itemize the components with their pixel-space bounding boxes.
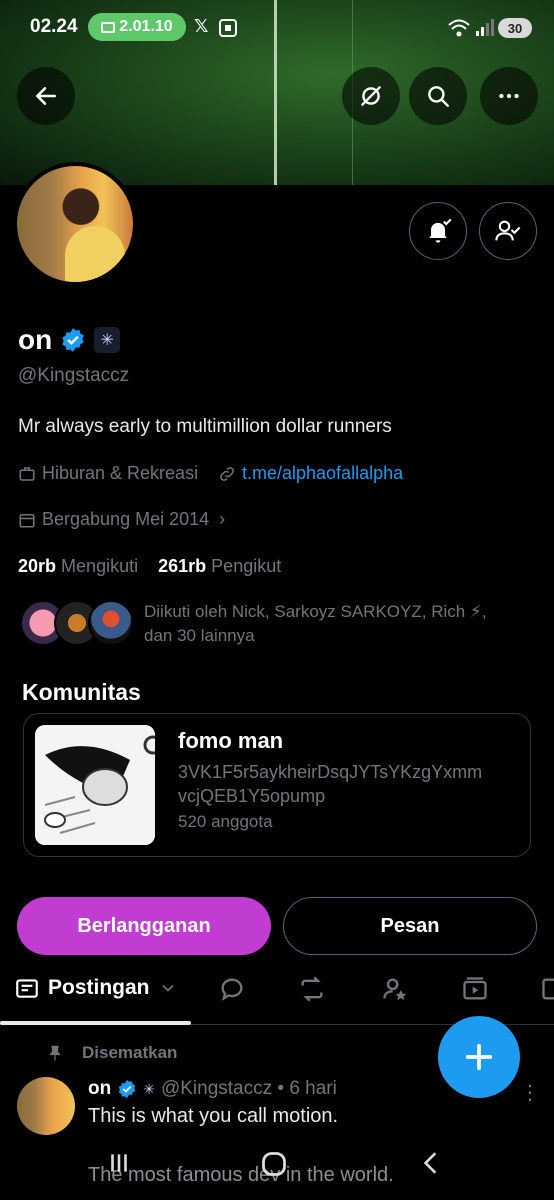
community-image [35,725,155,845]
status-bar: 02.24 2.01.10 𝕏 30 [0,10,554,46]
tab-posts[interactable]: Postingan [14,975,178,1001]
followers-count: 261rb [158,556,207,576]
post-text[interactable]: This is what you call motion. [88,1105,338,1128]
followed-by-line1: Diikuti oleh Nick, Sarkoyz SARKOYZ, Rich… [144,602,487,621]
more-dots-icon [499,93,519,99]
community-description: 3VK1F5r5aykheirDsqJYTsYKzgYxmm vcjQEB1Y5… [178,760,518,808]
media-tab-icon[interactable] [461,975,489,1003]
search-icon [428,86,449,107]
message-button[interactable]: Pesan [283,897,537,955]
followed-by-avatars[interactable] [20,600,134,648]
profile-name-row: on ✳ [18,324,121,356]
profile-joined[interactable]: Bergabung Mei 2014 › [18,509,225,530]
subscribe-button[interactable]: Berlangganan [17,897,271,955]
back-button[interactable] [17,67,75,125]
search-button[interactable] [409,67,467,125]
replies-tab-icon[interactable] [218,975,246,1003]
calendar-icon [19,513,35,527]
post-author-avatar[interactable] [17,1077,75,1135]
following-button[interactable] [479,202,537,260]
active-tab-indicator [0,1021,191,1025]
tab-posts-label: Postingan [48,976,150,999]
reposts-tab-icon[interactable] [298,975,326,1003]
more-options-button[interactable] [480,67,538,125]
affiliation-badge-icon: ✳ [143,1080,155,1097]
recent-apps-icon[interactable] [106,1150,132,1176]
record-duration: 2.01.10 [119,18,173,35]
notifications-button[interactable] [409,202,467,260]
community-section-title: Komunitas [22,679,141,705]
followed-by-text[interactable]: Diikuti oleh Nick, Sarkoyz SARKOYZ, Rich… [144,600,554,648]
avatar-photo [17,166,133,282]
post-handle-time: @Kingstaccz • 6 hari [160,1078,337,1099]
verified-badge-icon [118,1079,136,1099]
grok-button[interactable] [342,67,400,125]
profile-name: on [18,324,53,355]
chevron-right-icon: › [219,509,226,529]
chevron-down-icon [161,984,174,992]
following-count: 20rb [18,556,57,576]
profile-avatar[interactable] [13,162,137,286]
screenshot-icon [219,19,237,37]
post-more-icon[interactable]: ⋮ [520,1080,540,1105]
signal-icon [476,19,494,36]
joined-label: Bergabung Mei 2014 [42,509,210,529]
status-time: 02.24 [30,16,78,37]
followed-by-line2: dan 30 lainnya [144,626,255,645]
x-logo-icon: 𝕏 [194,16,209,36]
community-desc-line1: 3VK1F5r5aykheirDsqJYTsYKzgYxmm [178,762,483,782]
pin-icon [49,1045,61,1061]
post-header: on ✳ @Kingstaccz • 6 hari [88,1078,337,1100]
link-text: t.me/alphaofallalpha [242,463,404,483]
briefcase-icon [19,466,35,481]
pinned-indicator: Disematkan [46,1043,177,1063]
community-desc-line2: vcjQEB1Y5opump [178,786,326,806]
plus-icon [465,1043,493,1071]
post-author-name[interactable]: on [88,1078,111,1100]
camera-icon [101,21,116,33]
pinned-label: Disematkan [82,1043,178,1062]
following-link[interactable]: 20rb Mengikuti [18,556,138,576]
home-icon[interactable] [260,1150,288,1178]
battery-indicator: 30 [498,18,532,38]
running-figure-icon [35,725,155,845]
follower-avatar [88,600,134,646]
community-members: 520 anggota [178,812,273,831]
verified-badge-icon[interactable] [60,327,86,353]
affiliation-badge-icon[interactable]: ✳ [94,327,121,353]
profile-bio: Mr always early to multimillion dollar r… [18,416,392,437]
system-back-icon[interactable] [418,1150,444,1176]
articles-tab-icon[interactable] [540,975,554,1003]
profile-link[interactable]: t.me/alphaofallalpha [218,463,403,484]
compose-post-button[interactable] [438,1016,520,1098]
community-name: fomo man [178,728,284,753]
grok-icon [361,86,381,106]
highlights-tab-icon[interactable] [381,975,409,1003]
screen-record-pill[interactable]: 2.01.10 [88,13,186,41]
followers-label: Pengikut [211,556,282,576]
posts-tab-icon [16,979,38,998]
user-check-icon [495,220,521,241]
following-label: Mengikuti [61,556,139,576]
wifi-icon [448,19,470,37]
back-arrow-icon [36,87,56,105]
community-card[interactable]: fomo man 3VK1F5r5aykheirDsqJYTsYKzgYxmm … [23,713,531,857]
bell-check-icon [429,218,452,243]
followers-link[interactable]: 261rb Pengikut [158,556,281,576]
profile-handle: @Kingstaccz [18,365,130,386]
link-icon [220,466,234,481]
system-navigation-bar [0,1140,554,1200]
category-label: Hiburan & Rekreasi [42,463,199,483]
follow-stats: 20rb Mengikuti 261rb Pengikut [18,556,281,577]
profile-category: Hiburan & Rekreasi [18,463,198,484]
